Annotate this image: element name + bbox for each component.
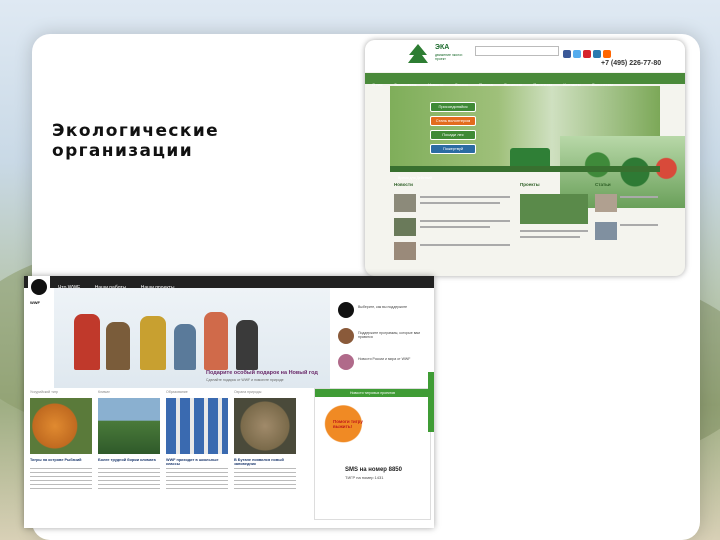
eca-text-line [420, 226, 490, 228]
landscape-photo[interactable] [98, 398, 160, 454]
news-title[interactable]: Более трудной биржи климата [98, 458, 160, 462]
eca-donate-button[interactable]: Пожертвуй [430, 144, 476, 154]
wwf-side-item[interactable]: Поддержите программы, которые вам нравят… [338, 326, 434, 348]
eca-text-line [420, 202, 500, 204]
panda-icon [338, 302, 354, 318]
wwf-side-item-text: Выберите, как вы поддержите [358, 305, 408, 309]
eca-volunteer-button[interactable]: Стань волонтером [430, 116, 476, 126]
eca-text-line [420, 244, 510, 246]
twitter-icon[interactable] [573, 50, 581, 58]
eca-news-thumb[interactable] [394, 242, 416, 260]
hero-person [140, 316, 166, 370]
eca-column-title: Новости [394, 182, 413, 187]
eca-nav-item[interactable]: О нас [372, 79, 383, 90]
eca-news-thumb[interactable] [394, 194, 416, 212]
eca-join-button[interactable]: Присоединяйся [430, 102, 476, 112]
news-title[interactable]: В Бутане появился новый заповедник [234, 458, 296, 466]
eca-column-title: Проекты [520, 182, 540, 187]
eca-text-line [520, 230, 588, 232]
wwf-top-bar: Что WWF Наши работы Наши проекты [24, 276, 434, 291]
eca-plant-button[interactable]: Посади лес [430, 130, 476, 140]
eca-news-thumb[interactable] [394, 218, 416, 236]
wwf-logo[interactable]: WWF [28, 276, 50, 316]
eca-brand-sub: движение эколог. проект [435, 53, 464, 61]
wwf-promo-sms: SMS на номер 8850 [345, 467, 402, 473]
wwf-side-list: Выберите, как вы поддержите Поддержите п… [334, 288, 434, 388]
news-body [166, 468, 228, 492]
lynx-photo[interactable] [234, 398, 296, 454]
eca-article-thumb[interactable] [595, 222, 617, 240]
eca-text-line [620, 196, 658, 198]
wwf-promo-bubble: Помоги тигру выжить! [333, 419, 363, 429]
news-label: Климат [98, 390, 110, 394]
eca-website-screenshot: ЭКА движение эколог. проект +7 (495) 226… [365, 40, 685, 276]
wwf-logo-text: WWF [30, 300, 40, 305]
wwf-promo-sms-sub: ТИГР на номер 1431 [345, 475, 384, 480]
classroom-photo[interactable] [166, 398, 228, 454]
eca-project-photo[interactable] [520, 194, 588, 224]
eca-column-title: Статьи [595, 182, 611, 187]
eca-text-line [520, 236, 580, 238]
hero-person [236, 320, 258, 370]
news-label: Уссурийский тигр [30, 390, 59, 394]
news-label: Образование [166, 390, 188, 394]
news-body [30, 468, 92, 492]
tiger-photo[interactable] [30, 398, 92, 454]
wwf-hero-banner[interactable]: Подарите особый подарок на Новый год Сде… [54, 288, 330, 388]
photo-icon [338, 354, 354, 370]
wwf-side-item-text: Новости России и мира от WWF [358, 357, 411, 361]
news-label: Охрана природы [234, 390, 262, 394]
eca-header: ЭКА движение эколог. проект +7 (495) 226… [365, 40, 685, 72]
wwf-hero-subtitle: Сделайте подарок от WWF и помогите приро… [206, 378, 284, 382]
wwf-promo-box[interactable]: Новости тигровых проектов Помоги тигру в… [314, 388, 431, 520]
wwf-side-item-text: Поддержите программы, которые вам нравят… [358, 331, 420, 339]
panda-logo-icon [31, 279, 47, 295]
hero-person [74, 314, 100, 370]
eca-text-line [420, 196, 510, 198]
eca-text-line [420, 220, 510, 222]
eca-tree-logo-icon [408, 44, 428, 63]
photo-icon [338, 328, 354, 344]
rss-icon[interactable] [603, 50, 611, 58]
news-body [234, 468, 296, 492]
vk-icon[interactable] [593, 50, 601, 58]
wwf-promo-header: Новости тигровых проектов [315, 389, 430, 397]
youtube-icon[interactable] [583, 50, 591, 58]
news-title[interactable]: Тигры на острове Рыбачий [30, 458, 92, 462]
eca-text-line [620, 224, 658, 226]
eca-content-columns: Новости Проекты Статьи [390, 178, 660, 276]
wwf-news-grid: Уссурийский тигр Тигры на острове Рыбачи… [24, 388, 306, 528]
facebook-icon[interactable] [563, 50, 571, 58]
wwf-hero-title: Подарите особый подарок на Новый год [206, 370, 318, 376]
news-title[interactable]: WWF приходит в школьные классы [166, 458, 228, 466]
news-body [98, 468, 160, 492]
wwf-side-item[interactable]: Выберите, как вы поддержите [338, 300, 434, 322]
eca-brand: ЭКА [435, 44, 450, 51]
eca-search-input[interactable] [475, 46, 559, 56]
wwf-side-item[interactable]: Новости России и мира от WWF [338, 352, 434, 374]
hero-person [204, 312, 228, 370]
wwf-website-screenshot: Что WWF Наши работы Наши проекты WWF Под… [24, 276, 434, 528]
wwf-side-tab[interactable] [428, 372, 434, 432]
hero-person [106, 322, 130, 370]
eca-phone: +7 (495) 226-77-80 [601, 60, 662, 67]
tiger-ad-image: Помоги тигру выжить! [321, 401, 401, 461]
eca-nav-bar: О нас Экопроекты Новости Статьи Пресса В… [365, 73, 685, 87]
eca-caption-bar: Время для Действий [390, 166, 660, 180]
hero-person [174, 324, 196, 370]
eca-article-thumb[interactable] [595, 194, 617, 212]
eca-banner: Присоединяйся Стань волонтером Посади ле… [390, 86, 685, 208]
slide-title: Экологические организации [52, 121, 220, 161]
